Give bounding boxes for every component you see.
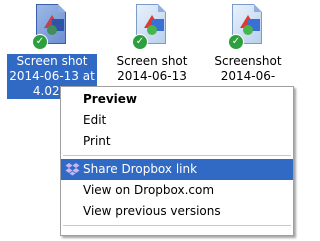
menu-item-preview[interactable]: Preview [61, 89, 293, 110]
dropbox-icon [65, 163, 80, 176]
menu-item-label: Share Dropbox link [83, 162, 198, 176]
image-file-icon: ✓ [32, 4, 72, 52]
sync-check-icon: ✓ [132, 34, 148, 50]
sync-check-icon: ✓ [32, 34, 48, 50]
desktop: ✓ Screen shot 2014-06-13 at 4.02.2 ✓ Scr… [0, 0, 300, 241]
menu-separator [63, 155, 291, 156]
menu-item-view-on-dropbox[interactable]: View on Dropbox.com [61, 180, 293, 201]
file-name-label: Screenshot 2014-06- [214, 54, 282, 83]
image-file-icon: ✓ [132, 4, 172, 52]
menu-item-view-previous-versions[interactable]: View previous versions [61, 201, 293, 222]
context-menu: Preview Edit Print Share Dropbox link Vi… [60, 86, 294, 236]
file-item[interactable]: ✓ Screenshot 2014-06- [200, 0, 296, 84]
file-name-label: Screen shot 2014-06-13 [116, 54, 188, 83]
menu-item-print[interactable]: Print [61, 131, 293, 152]
menu-item-share-dropbox-link[interactable]: Share Dropbox link [61, 159, 293, 180]
sync-check-icon: ✓ [228, 34, 244, 50]
file-item[interactable]: ✓ Screen shot 2014-06-13 [104, 0, 200, 84]
file-item[interactable]: ✓ Screen shot 2014-06-13 at 4.02.2 [4, 0, 100, 99]
menu-item-edit[interactable]: Edit [61, 110, 293, 131]
image-file-icon: ✓ [228, 4, 268, 52]
menu-separator [63, 225, 291, 226]
